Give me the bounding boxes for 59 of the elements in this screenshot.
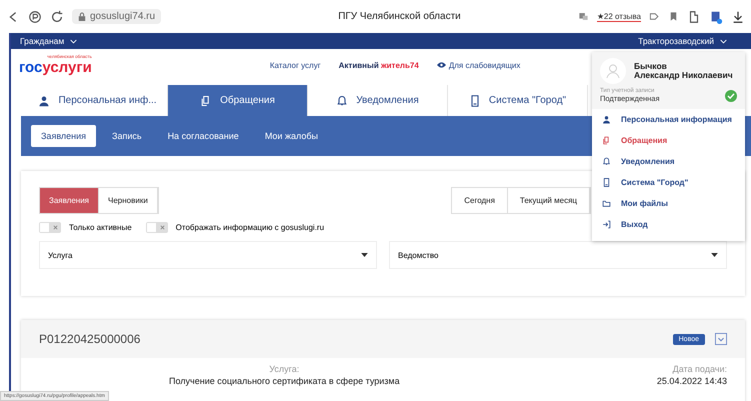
dropdown-field[interactable]: Услуга	[39, 241, 377, 269]
toggle-switch[interactable]	[146, 222, 168, 233]
close-icon	[53, 225, 58, 230]
exit-icon	[602, 220, 611, 229]
menu-item[interactable]: Обращения	[592, 130, 745, 151]
bell-icon	[602, 157, 611, 166]
reload-icon[interactable]	[50, 10, 64, 24]
chevron-icon	[720, 39, 727, 44]
menu-item[interactable]: Мои файлы	[592, 193, 745, 214]
eye-icon	[436, 62, 446, 68]
caret-icon	[711, 253, 718, 257]
lock-icon	[78, 12, 86, 22]
reviews-link[interactable]: ★22 отзыва	[596, 12, 641, 22]
phone-icon	[602, 178, 611, 187]
download-icon[interactable]	[731, 10, 745, 24]
documents-icon	[602, 136, 611, 145]
subsection-tab[interactable]: Заявления	[31, 125, 96, 147]
menu-item[interactable]: Персональная информация	[592, 109, 745, 130]
catalog-link[interactable]: Каталог услуг	[270, 60, 321, 70]
bell-icon	[336, 94, 348, 106]
toggle-label: Только активные	[69, 223, 132, 232]
menu-item[interactable]: Уведомления	[592, 151, 745, 172]
expand-icon[interactable]	[715, 333, 727, 345]
type-toggle-button[interactable]: Заявления	[40, 188, 100, 213]
active-citizen-link[interactable]: Активный житель74	[338, 60, 419, 70]
account-icon[interactable]	[709, 10, 723, 24]
bookmark-icon[interactable]	[668, 11, 679, 22]
chevron-icon	[70, 39, 78, 44]
menu-item[interactable]: Система "Город"	[592, 172, 745, 193]
service-label: Услуга:	[269, 364, 300, 374]
address-bar[interactable]: gosuslugi74.ru	[72, 9, 162, 24]
citizens-menu[interactable]: Гражданам	[20, 36, 78, 46]
person-icon	[602, 115, 611, 124]
toggle-label: Отображать информацию с gosuslugi.ru	[176, 223, 324, 232]
extension-icon[interactable]	[687, 10, 701, 24]
phone-icon	[468, 94, 481, 106]
service-name: Получение социального сертификата в сфере туризма	[169, 376, 400, 386]
caret-icon	[361, 253, 368, 257]
close-icon	[160, 225, 165, 230]
menu-item[interactable]: Выход	[592, 214, 745, 235]
user-name: Бычков Александр Николаевич	[634, 62, 733, 80]
page-title: ПГУ Челябинской области	[337, 11, 462, 22]
subsection-tab[interactable]: На согласование	[158, 125, 249, 147]
subsection-tab[interactable]: Мои жалобы	[254, 125, 328, 147]
district-menu[interactable]: Тракторозаводский	[638, 36, 727, 46]
accessibility-link[interactable]: Для слабовидящих	[448, 60, 520, 70]
appeal-number: P01220425000006	[39, 332, 142, 346]
submission-date: 25.04.2022 14:43	[656, 376, 727, 386]
folder-icon	[602, 199, 611, 208]
dropdown-field[interactable]: Ведомство	[389, 241, 727, 269]
person-icon	[38, 94, 50, 106]
date-label: Дата подачи:	[672, 364, 727, 374]
share-icon[interactable]	[649, 11, 660, 22]
section-tab[interactable]: Обращения	[168, 85, 308, 116]
protect-icon[interactable]	[28, 10, 42, 24]
translate-icon[interactable]	[578, 11, 589, 22]
avatar-icon	[600, 58, 626, 84]
subsection-tab[interactable]: Запись	[102, 125, 152, 147]
toggle-switch[interactable]	[39, 222, 61, 233]
